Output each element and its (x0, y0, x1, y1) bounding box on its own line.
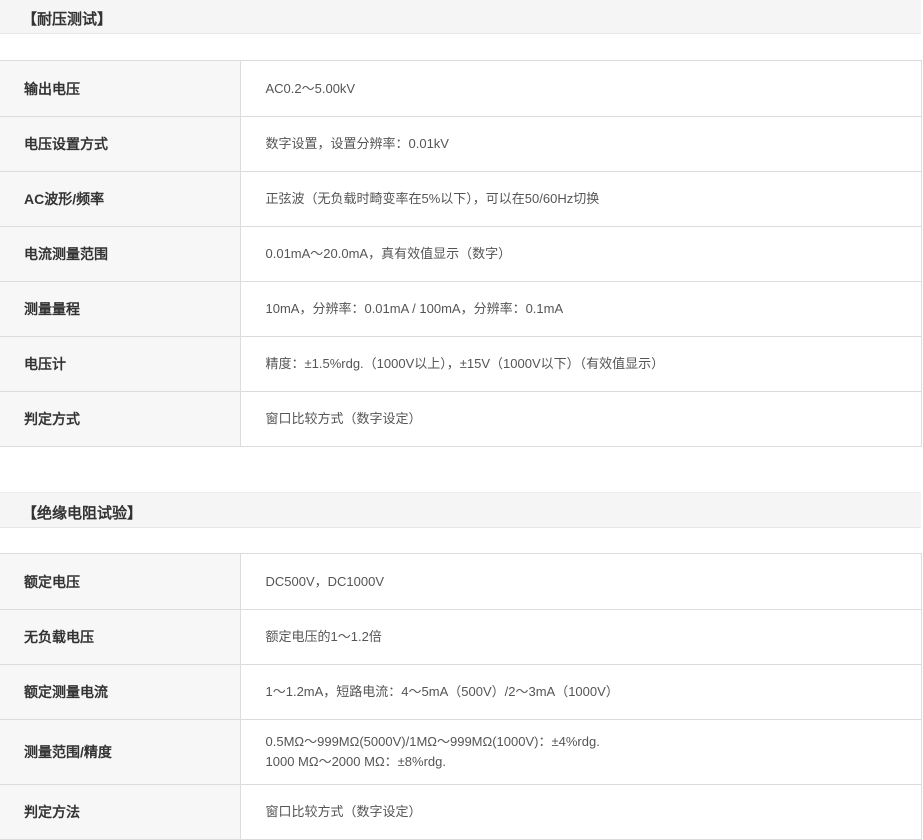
section-title: 【耐压测试】 (22, 11, 113, 28)
row-label: 判定方式 (0, 391, 241, 447)
row-label: 输出电压 (0, 60, 241, 117)
row-label: 额定测量电流 (0, 664, 241, 720)
section-header-insulation-test: 【绝缘电阻试验】 (0, 492, 921, 528)
table-row: 电压计 精度：±1.5%rdg.（1000V以上），±15V（1000V以下）（… (0, 336, 922, 392)
table-row: 输出电压 AC0.2～5.00kV (0, 60, 922, 117)
table-row: 测量范围/精度 0.5MΩ～999MΩ(5000V)/1MΩ～999MΩ(100… (0, 719, 922, 785)
table-row: AC波形/频率 正弦波（无负载时畸变率在5%以下），可以在50/60Hz切换 (0, 171, 922, 227)
table-row: 电压设置方式 数字设置，设置分辨率：0.01kV (0, 116, 922, 172)
table-row: 判定方式 窗口比较方式（数字设定） (0, 391, 922, 447)
row-value: 精度：±1.5%rdg.（1000V以上），±15V（1000V以下）（有效值显… (239, 336, 922, 392)
row-value: 正弦波（无负载时畸变率在5%以下），可以在50/60Hz切换 (239, 171, 922, 227)
row-value: 数字设置，设置分辨率：0.01kV (239, 116, 922, 172)
row-value: DC500V，DC1000V (239, 553, 922, 610)
row-value: 1～1.2mA，短路电流：4～5mA（500V）/2～3mA（1000V） (239, 664, 922, 720)
withstand-test-spec-table: 输出电压 AC0.2～5.00kV 电压设置方式 数字设置，设置分辨率：0.01… (0, 60, 922, 447)
row-label: 额定电压 (0, 553, 241, 610)
row-label: 电压设置方式 (0, 116, 241, 172)
row-value: 额定电压的1～1.2倍 (239, 609, 922, 665)
row-value: AC0.2～5.00kV (239, 60, 922, 117)
table-row: 无负载电压 额定电压的1～1.2倍 (0, 609, 922, 665)
table-row: 判定方法 窗口比较方式（数字设定） (0, 784, 922, 840)
row-label: 电流测量范围 (0, 226, 241, 282)
table-row: 额定电压 DC500V，DC1000V (0, 553, 922, 610)
section-header-withstand-test: 【耐压测试】 (0, 0, 921, 34)
row-value: 0.01mA～20.0mA，真有效值显示（数字） (239, 226, 922, 282)
row-value: 10mA，分辨率：0.01mA / 100mA，分辨率：0.1mA (239, 281, 922, 337)
row-label: 判定方法 (0, 784, 241, 840)
row-label: 测量范围/精度 (0, 719, 241, 785)
section-title: 【绝缘电阻试验】 (22, 505, 143, 522)
row-label: AC波形/频率 (0, 171, 241, 227)
row-value: 窗口比较方式（数字设定） (239, 391, 922, 447)
table-row: 额定测量电流 1～1.2mA，短路电流：4～5mA（500V）/2～3mA（10… (0, 664, 922, 720)
insulation-test-spec-table: 额定电压 DC500V，DC1000V 无负载电压 额定电压的1～1.2倍 额定… (0, 553, 922, 840)
row-label: 无负载电压 (0, 609, 241, 665)
row-label: 测量量程 (0, 281, 241, 337)
row-value: 窗口比较方式（数字设定） (239, 784, 922, 840)
row-value: 0.5MΩ～999MΩ(5000V)/1MΩ～999MΩ(1000V)：±4%r… (239, 719, 922, 785)
table-row: 电流测量范围 0.01mA～20.0mA，真有效值显示（数字） (0, 226, 922, 282)
row-label: 电压计 (0, 336, 241, 392)
table-row: 测量量程 10mA，分辨率：0.01mA / 100mA，分辨率：0.1mA (0, 281, 922, 337)
